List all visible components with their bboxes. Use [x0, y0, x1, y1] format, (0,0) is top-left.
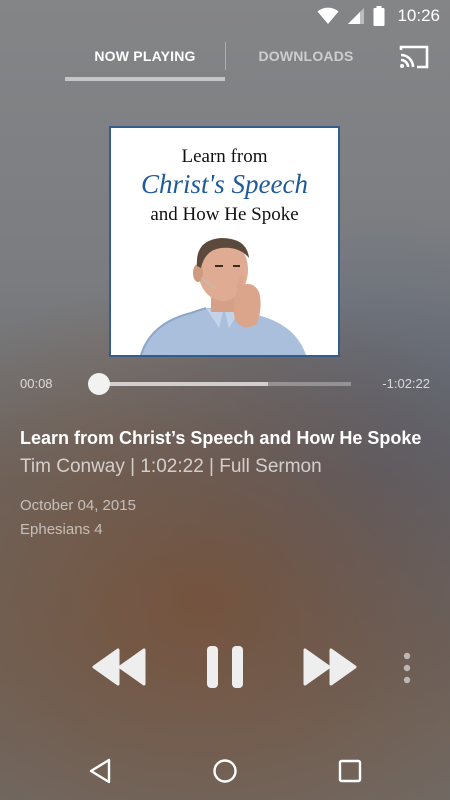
- wifi-icon: [317, 7, 339, 24]
- status-time: 10:26: [397, 6, 440, 25]
- artwork-title-line3: and How He Spoke: [150, 204, 299, 225]
- rewind-icon[interactable]: [92, 646, 148, 688]
- elapsed-time: 00:08: [20, 376, 53, 391]
- cell-signal-icon: [348, 8, 365, 24]
- status-bar: 10:26: [0, 0, 450, 32]
- back-icon[interactable]: [86, 756, 116, 786]
- tab-bar: NOW PLAYING DOWNLOADS: [0, 32, 450, 84]
- more-vert-icon[interactable]: [400, 652, 414, 684]
- status-icons: 10:26: [317, 6, 440, 26]
- sermon-subtitle[interactable]: Tim Conway | 1:02:22 | Full Sermon: [20, 456, 322, 478]
- speaker-photo: [140, 238, 306, 355]
- sermon-date: October 04, 2015: [20, 497, 136, 514]
- battery-icon: [373, 6, 385, 26]
- sermon-artwork: Learn from Christ's Speech and How He Sp…: [109, 126, 340, 357]
- seek-bar[interactable]: [98, 382, 351, 386]
- active-tab-indicator: [65, 77, 225, 81]
- sermon-scripture[interactable]: Ephesians 4: [20, 521, 103, 538]
- artwork-title-line2: Christ's Speech: [140, 169, 308, 199]
- tab-now-playing[interactable]: NOW PLAYING: [65, 48, 225, 64]
- sermon-title: Learn from Christ’s Speech and How He Sp…: [20, 428, 422, 448]
- fast-forward-icon[interactable]: [301, 646, 357, 688]
- recents-icon[interactable]: [335, 756, 365, 786]
- home-icon[interactable]: [210, 756, 240, 786]
- remaining-time: -1:02:22: [382, 376, 430, 391]
- pause-icon[interactable]: [206, 645, 244, 689]
- system-nav-bar: [0, 740, 450, 800]
- cast-icon[interactable]: [398, 44, 430, 70]
- seek-bar-buffered: [98, 382, 268, 386]
- tab-downloads[interactable]: DOWNLOADS: [226, 48, 386, 64]
- artwork-title-line1: Learn from: [181, 146, 268, 167]
- seek-thumb[interactable]: [88, 373, 110, 395]
